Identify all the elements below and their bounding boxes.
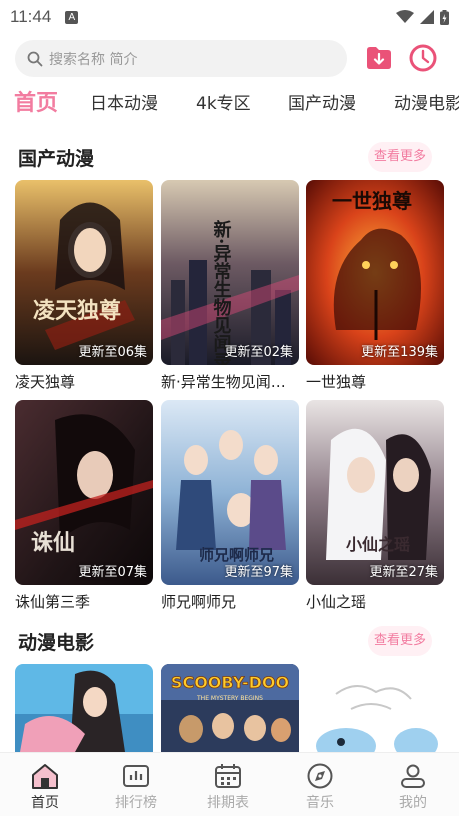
poster-title-art: 一世独尊 — [332, 189, 412, 213]
poster-image: 一世独尊 更新至139集 — [306, 180, 444, 365]
fantasy-warrior-poster: 凌天独尊 — [15, 180, 153, 365]
section-header-domestic: 国产动漫 查看更多 — [0, 142, 459, 174]
nav-label: 首页 — [31, 795, 59, 811]
white-hair-poster: 小仙之瑶 — [306, 400, 444, 585]
status-time: 11:44 — [10, 7, 52, 26]
nav-label: 音乐 — [306, 795, 334, 811]
poster-subtitle-art: THE MYSTERY BEGINS — [196, 695, 263, 702]
poster-title-art: 诛仙 — [31, 530, 75, 556]
wifi-icon — [396, 10, 414, 23]
section-title: 国产动漫 — [18, 148, 95, 170]
search-input[interactable]: 搜索名称 简介 — [15, 40, 347, 77]
nav-label: 排行榜 — [115, 795, 157, 811]
tab-domestic-anime[interactable]: 国产动漫 — [288, 86, 356, 122]
ranking-icon — [123, 765, 149, 787]
notification-icon: A — [65, 10, 79, 24]
movie-card[interactable] — [15, 664, 153, 752]
home-icon — [32, 764, 58, 789]
compass-icon — [307, 763, 333, 789]
group-heroes-poster: 师兄啊师兄 — [161, 400, 299, 585]
nav-schedule[interactable]: 排期表 — [198, 763, 258, 812]
episode-label: 更新至27集 — [369, 565, 438, 580]
status-bar: 11:44 A — [0, 0, 459, 34]
battery-icon — [440, 9, 449, 25]
card-title: 凌天独尊 — [15, 373, 76, 391]
status-icons — [396, 9, 449, 25]
anime-girl-poster — [15, 664, 153, 752]
search-icon — [27, 51, 43, 66]
category-tabs: 首页 日本动漫 4k专区 国产动漫 动漫电影 — [0, 86, 459, 124]
card-title: 新·异常生物见闻… — [161, 373, 286, 391]
profile-icon — [401, 764, 425, 788]
city-night-poster: 新·异常生物见闻录 — [161, 180, 299, 365]
episode-label: 更新至97集 — [224, 565, 293, 580]
episode-label: 更新至02集 — [224, 345, 293, 360]
view-more-button[interactable]: 查看更多 — [368, 142, 432, 172]
anime-card[interactable]: 一世独尊 更新至139集 一世独尊 — [306, 180, 444, 392]
episode-label: 更新至139集 — [361, 345, 438, 360]
poster-title-art: 小仙之瑶 — [346, 535, 410, 554]
card-title: 一世独尊 — [306, 373, 367, 391]
view-more-button[interactable]: 查看更多 — [368, 626, 432, 656]
poster-title-art: 凌天独尊 — [33, 298, 121, 324]
card-title: 师兄啊师兄 — [161, 593, 237, 611]
search-placeholder: 搜索名称 简介 — [49, 51, 138, 68]
movie-card[interactable]: SCOOBY-DOO THE MYSTERY BEGINS — [161, 664, 299, 752]
bottom-nav: 首页 排行榜 排期表 音乐 我的 — [0, 752, 459, 816]
anime-card[interactable]: 新·异常生物见闻录 更新至02集 新·异常生物见闻… — [161, 180, 299, 392]
poster-image: 凌天独尊 更新至06集 — [15, 180, 153, 365]
section-title: 动漫电影 — [18, 632, 95, 654]
nav-profile[interactable]: 我的 — [383, 763, 443, 812]
movie-card[interactable] — [306, 664, 444, 752]
tab-japanese-anime[interactable]: 日本动漫 — [90, 86, 158, 122]
nav-ranking[interactable]: 排行榜 — [106, 763, 166, 812]
episode-label: 更新至06集 — [78, 345, 147, 360]
poster-image: 诛仙 更新至07集 — [15, 400, 153, 585]
nav-label: 我的 — [399, 795, 427, 811]
dark-swordsman-poster: 诛仙 — [15, 400, 153, 585]
cartoon-creature-poster — [306, 664, 444, 752]
anime-card[interactable]: 小仙之瑶 更新至27集 小仙之瑶 — [306, 400, 444, 612]
poster-image: 新·异常生物见闻录 更新至02集 — [161, 180, 299, 365]
anime-card[interactable]: 师兄啊师兄 更新至97集 师兄啊师兄 — [161, 400, 299, 612]
tiger-fire-poster: 一世独尊 — [306, 180, 444, 365]
anime-card[interactable]: 诛仙 更新至07集 诛仙第三季 — [15, 400, 153, 612]
tab-4k[interactable]: 4k专区 — [196, 86, 251, 122]
scooby-doo-poster: SCOOBY-DOO THE MYSTERY BEGINS — [161, 664, 299, 752]
poster-image: 师兄啊师兄 更新至97集 — [161, 400, 299, 585]
nav-home[interactable]: 首页 — [15, 763, 75, 812]
search-row: 搜索名称 简介 — [0, 40, 459, 78]
calendar-icon — [215, 764, 241, 788]
nav-label: 排期表 — [207, 795, 249, 811]
poster-image: 小仙之瑶 更新至27集 — [306, 400, 444, 585]
history-clock-icon[interactable] — [408, 43, 438, 73]
download-folder-icon[interactable] — [365, 44, 393, 72]
tab-anime-movies[interactable]: 动漫电影 — [394, 86, 459, 122]
anime-card[interactable]: 凌天独尊 更新至06集 凌天独尊 — [15, 180, 153, 392]
card-title: 小仙之瑶 — [306, 593, 367, 611]
episode-label: 更新至07集 — [78, 565, 147, 580]
nav-music[interactable]: 音乐 — [290, 763, 350, 812]
signal-icon — [420, 10, 434, 24]
section-header-movies: 动漫电影 查看更多 — [0, 626, 459, 658]
poster-title-art: SCOOBY-DOO — [171, 673, 289, 692]
tab-home[interactable]: 首页 — [14, 86, 58, 122]
card-title: 诛仙第三季 — [15, 593, 91, 611]
